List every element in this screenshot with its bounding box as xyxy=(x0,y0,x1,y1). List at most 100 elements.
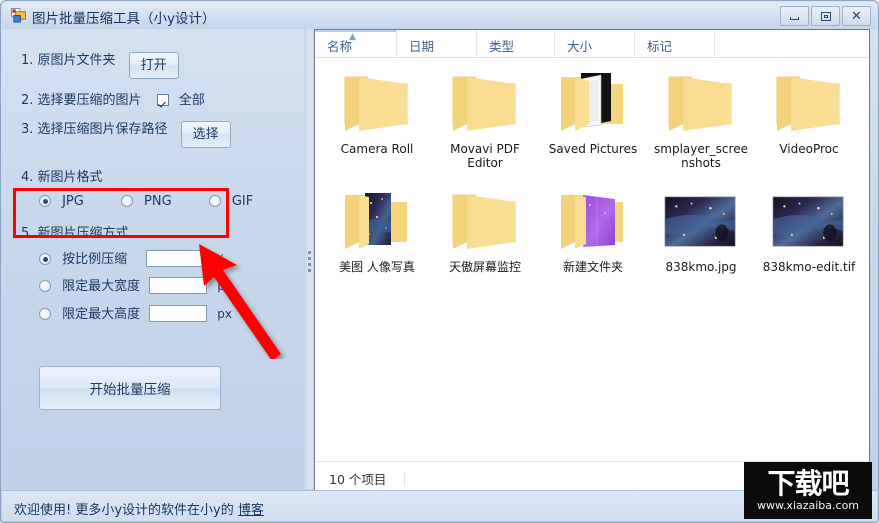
image-thumbnail xyxy=(661,186,741,258)
max-width-unit: px xyxy=(217,279,233,293)
application-window: 图片批量压缩工具（小y设计） ✕ 1. 原图片文件夹 打开 2. 选择要压缩的图… xyxy=(0,0,879,523)
welcome-text: 欢迎使用! 更多小y设计的软件在小y的 xyxy=(14,503,238,518)
step1-label: 1. 原图片文件夹 xyxy=(21,53,116,68)
column-header-size-label: 大小 xyxy=(567,39,593,54)
max-height-unit: px xyxy=(217,307,233,321)
file-list: Camera Roll Movavi PDF Editor Saved Pict… xyxy=(315,58,869,460)
file-name: smplayer_screenshots xyxy=(654,142,748,170)
folder-icon xyxy=(337,68,417,140)
radio-by-ratio[interactable] xyxy=(39,253,51,265)
column-header-type[interactable]: 类型 xyxy=(477,30,555,57)
window-title: 图片批量压缩工具（小y设计） xyxy=(32,11,216,27)
column-header-tags-label: 标记 xyxy=(647,39,673,54)
list-item[interactable]: VideoProc xyxy=(755,68,863,186)
folder-icon xyxy=(661,68,741,140)
file-name: VideoProc xyxy=(779,142,839,156)
radio-max-height[interactable] xyxy=(39,308,51,320)
watermark-title: 下载吧 xyxy=(767,467,849,500)
status-separator xyxy=(404,473,406,486)
ratio-input[interactable] xyxy=(146,250,205,267)
radio-max-height-label: 限定最大高度 xyxy=(62,307,141,322)
folder-icon xyxy=(445,186,525,258)
folder-with-document-preview-icon xyxy=(553,68,633,140)
start-compress-button[interactable]: 开始批量压缩 xyxy=(39,366,221,410)
column-header-date-label: 日期 xyxy=(409,39,435,54)
file-browser: 名称 ▲ 日期 类型 大小 标记 Camera Roll Movavi PDF … xyxy=(314,29,870,491)
file-name: 新建文件夹 xyxy=(562,260,623,274)
radio-jpg[interactable] xyxy=(39,195,51,207)
sort-asc-caret-icon: ▲ xyxy=(349,32,356,42)
folder-icon xyxy=(445,68,525,140)
list-item[interactable]: 美图 人像写真 xyxy=(323,186,431,304)
column-header-name[interactable]: 名称 ▲ xyxy=(315,30,397,57)
maximize-icon xyxy=(820,11,831,21)
radio-by-ratio-label: 按比例压缩 xyxy=(62,252,128,267)
max-height-row: 限定最大高度 px xyxy=(39,303,232,322)
select-all-checkbox[interactable] xyxy=(156,94,169,106)
close-button[interactable]: ✕ xyxy=(842,6,871,26)
list-item[interactable]: 838kmo.jpg xyxy=(647,186,755,304)
step5-label: 5. 新图片压缩方式 xyxy=(21,226,129,241)
settings-panel: 1. 原图片文件夹 打开 2. 选择要压缩的图片 全部 3. 选择压缩图片保存路… xyxy=(1,29,306,489)
file-name: 美图 人像写真 xyxy=(339,260,415,274)
choose-save-path-button[interactable]: 选择 xyxy=(180,121,231,148)
list-item[interactable]: Camera Roll xyxy=(323,68,431,186)
step2-row: 2. 选择要压缩的图片 全部 xyxy=(21,89,205,108)
column-header-date[interactable]: 日期 xyxy=(397,30,477,57)
folder-with-purple-preview-icon xyxy=(553,186,633,258)
close-icon: ✕ xyxy=(851,8,862,24)
file-name: Saved Pictures xyxy=(548,142,638,156)
list-item[interactable]: 天傲屏幕监控 xyxy=(431,186,539,304)
file-name: 838kmo-edit.tif xyxy=(762,260,856,274)
list-item[interactable]: Saved Pictures xyxy=(539,68,647,186)
list-item[interactable]: Movavi PDF Editor xyxy=(431,68,539,186)
file-name: 838kmo.jpg xyxy=(665,260,737,274)
max-width-input[interactable] xyxy=(149,277,208,294)
folder-icon xyxy=(769,68,849,140)
compress-ratio-row: 按比例压缩 % xyxy=(39,248,226,267)
minimize-button[interactable] xyxy=(780,6,809,26)
step3-row: 3. 选择压缩图片保存路径 选择 xyxy=(21,118,231,148)
image-thumbnail xyxy=(769,186,849,258)
blog-link[interactable]: 博客 xyxy=(238,503,264,518)
app-icon xyxy=(11,8,26,23)
radio-png[interactable] xyxy=(120,195,133,207)
select-all-label: 全部 xyxy=(178,93,205,108)
folder-with-photo-preview-icon xyxy=(337,186,417,258)
open-folder-button[interactable]: 打开 xyxy=(128,52,179,79)
file-name: Movavi PDF Editor xyxy=(450,142,520,170)
step5-label-row: 5. 新图片压缩方式 xyxy=(21,222,129,241)
step2-label: 2. 选择要压缩的图片 xyxy=(21,93,142,108)
list-item[interactable]: smplayer_screenshots xyxy=(647,68,755,186)
maximize-button[interactable] xyxy=(811,6,840,26)
panel-splitter[interactable] xyxy=(304,29,314,489)
radio-jpg-label: JPG xyxy=(62,194,84,209)
radio-max-width[interactable] xyxy=(39,280,51,292)
step3-label: 3. 选择压缩图片保存路径 xyxy=(21,122,168,137)
file-name: Camera Roll xyxy=(340,142,414,156)
watermark: 下载吧 www.xiazaiba.com xyxy=(744,462,872,519)
radio-gif-label: GIF xyxy=(231,194,254,209)
column-header-filler xyxy=(715,30,869,57)
radio-max-width-label: 限定最大宽度 xyxy=(62,279,141,294)
ratio-unit: % xyxy=(214,252,226,266)
window-controls: ✕ xyxy=(780,6,871,26)
column-header-tags[interactable]: 标记 xyxy=(635,30,715,57)
max-width-row: 限定最大宽度 px xyxy=(39,275,232,294)
max-height-input[interactable] xyxy=(149,305,208,322)
list-item[interactable]: 838kmo-edit.tif xyxy=(755,186,863,304)
minimize-icon xyxy=(790,17,799,20)
splitter-grip xyxy=(308,251,311,275)
item-count-label: 10 个项目 xyxy=(329,472,387,487)
step4-label-row: 4. 新图片格式 xyxy=(21,166,103,185)
title-bar: 图片批量压缩工具（小y设计） ✕ xyxy=(2,2,877,29)
watermark-url: www.xiazaiba.com xyxy=(756,499,860,512)
step4-label: 4. 新图片格式 xyxy=(21,170,103,185)
column-header-size[interactable]: 大小 xyxy=(555,30,635,57)
step1-row: 1. 原图片文件夹 打开 xyxy=(21,49,179,79)
list-item[interactable]: 新建文件夹 xyxy=(539,186,647,304)
format-radio-group: JPG PNG GIF xyxy=(39,190,253,209)
radio-png-label: PNG xyxy=(144,194,172,209)
radio-gif[interactable] xyxy=(208,195,221,207)
column-header-bar: 名称 ▲ 日期 类型 大小 标记 xyxy=(315,30,869,58)
